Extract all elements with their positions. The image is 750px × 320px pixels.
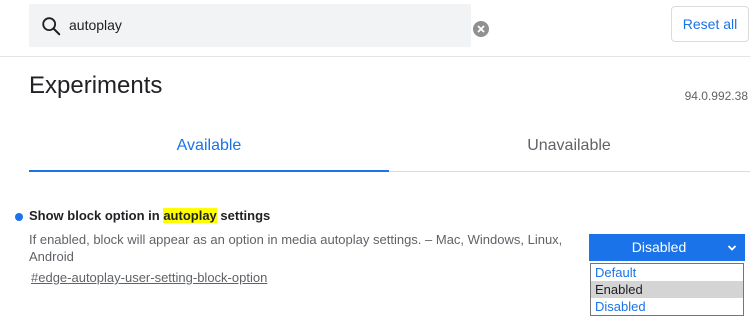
experiment-name-prefix: Show block option in bbox=[29, 208, 164, 223]
chevron-down-icon bbox=[727, 245, 737, 251]
experiment-description: If enabled, block will appear as an opti… bbox=[29, 232, 563, 264]
experiment-name-suffix: settings bbox=[216, 208, 271, 223]
select-value: Disabled bbox=[631, 239, 687, 255]
active-tab-indicator bbox=[29, 170, 389, 172]
search-input[interactable] bbox=[69, 4, 449, 47]
option-default[interactable]: Default bbox=[591, 264, 743, 281]
tab-unavailable[interactable]: Unavailable bbox=[389, 137, 749, 155]
search-icon bbox=[42, 17, 61, 36]
select-dropdown: Default Enabled Disabled bbox=[590, 263, 744, 316]
version-label: 94.0.992.38 bbox=[684, 89, 748, 103]
search-box[interactable] bbox=[29, 4, 489, 47]
reset-all-button[interactable]: Reset all bbox=[671, 6, 749, 42]
clear-icon[interactable] bbox=[473, 21, 489, 37]
experiment-link[interactable]: #edge-autoplay-user-setting-block-option bbox=[31, 270, 267, 285]
option-disabled[interactable]: Disabled bbox=[591, 298, 743, 315]
page-title: Experiments bbox=[29, 72, 163, 99]
search-match-highlight: autoplay bbox=[163, 208, 217, 223]
tab-available[interactable]: Available bbox=[29, 137, 389, 155]
experiment-name: Show block option in autoplay settings bbox=[29, 208, 270, 223]
enabled-indicator-dot bbox=[15, 213, 23, 221]
experiment-select[interactable]: Disabled bbox=[589, 234, 745, 261]
top-bar: Reset all bbox=[0, 0, 750, 57]
tab-divider bbox=[389, 171, 750, 172]
option-enabled[interactable]: Enabled bbox=[591, 281, 743, 298]
